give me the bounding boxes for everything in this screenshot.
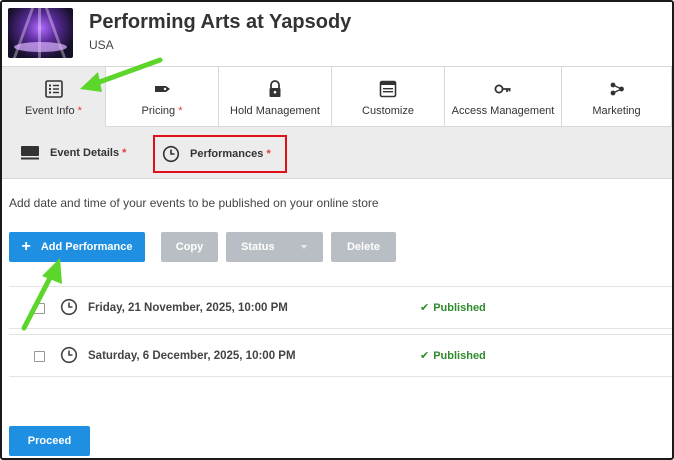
tab-hold-management[interactable]: Hold Management — [219, 66, 332, 127]
dropdown-label: Status — [241, 241, 275, 253]
status-dropdown[interactable]: Status — [226, 232, 323, 262]
tab-label: Marketing — [592, 105, 641, 117]
tab-label: Access Management — [451, 105, 555, 117]
sub-tabs: Event Details * Performances * — [2, 127, 672, 179]
delete-button[interactable]: Delete — [331, 232, 396, 262]
tab-label: Pricing — [141, 105, 176, 117]
performance-date: Friday, 21 November, 2025, 10:00 PM — [88, 302, 288, 314]
caret-down-icon — [301, 245, 307, 249]
list-icon — [44, 80, 63, 98]
tab-access-management[interactable]: Access Management — [445, 66, 562, 127]
page-description: Add date and time of your events to be p… — [9, 196, 379, 210]
tab-label: Event Info — [25, 105, 75, 117]
lock-icon — [269, 80, 281, 97]
tab-pricing[interactable]: Pricing * — [106, 66, 219, 127]
key-icon — [494, 84, 511, 94]
event-header: Performing Arts at Yapsody USA — [2, 2, 672, 66]
required-marker: * — [178, 105, 183, 117]
required-marker: * — [77, 105, 82, 117]
share-icon — [610, 82, 624, 96]
status-badge: ✔ Published — [420, 301, 486, 314]
subtab-label: Event Details — [50, 147, 120, 159]
clock-icon — [60, 298, 78, 316]
tab-label: Customize — [362, 105, 414, 117]
tab-customize[interactable]: Customize — [332, 66, 445, 127]
status-text: Published — [433, 302, 486, 314]
status-badge: ✔ Published — [420, 349, 486, 362]
subtab-event-details[interactable]: Event Details * — [20, 127, 126, 179]
required-marker: * — [266, 148, 271, 160]
monitor-icon — [21, 146, 39, 160]
performance-row[interactable]: Friday, 21 November, 2025, 10:00 PM ✔ Pub… — [9, 286, 672, 329]
check-icon: ✔ — [420, 302, 430, 314]
main-tabs: Event Info * Pricing * Hold Management C… — [2, 66, 672, 127]
proceed-button[interactable]: Proceed — [9, 426, 90, 456]
plus-icon: + — [21, 238, 31, 255]
copy-button[interactable]: Copy — [161, 232, 218, 262]
event-thumbnail — [8, 8, 73, 58]
clock-icon — [60, 346, 78, 364]
required-marker: * — [122, 147, 127, 159]
browser-window-icon — [379, 80, 397, 98]
app-frame: Performing Arts at Yapsody USA Event Inf… — [0, 0, 674, 460]
row-checkbox[interactable] — [34, 303, 45, 314]
tag-icon — [155, 86, 170, 92]
clock-icon — [162, 145, 180, 163]
event-title: Performing Arts at Yapsody — [89, 11, 352, 33]
row-checkbox[interactable] — [34, 351, 45, 362]
subtab-performances[interactable]: Performances * — [153, 135, 287, 173]
button-label: Add Performance — [40, 241, 133, 253]
performance-date: Saturday, 6 December, 2025, 10:00 PM — [88, 350, 296, 362]
add-performance-button[interactable]: + Add Performance — [9, 232, 145, 262]
tab-event-info[interactable]: Event Info * — [2, 66, 106, 127]
subtab-label: Performances — [190, 148, 264, 160]
check-icon: ✔ — [420, 350, 430, 362]
tab-marketing[interactable]: Marketing — [562, 66, 672, 127]
performance-row[interactable]: Saturday, 6 December, 2025, 10:00 PM ✔ Pu… — [9, 334, 672, 377]
tab-label: Hold Management — [230, 105, 320, 117]
event-location: USA — [89, 38, 114, 52]
status-text: Published — [433, 350, 486, 362]
